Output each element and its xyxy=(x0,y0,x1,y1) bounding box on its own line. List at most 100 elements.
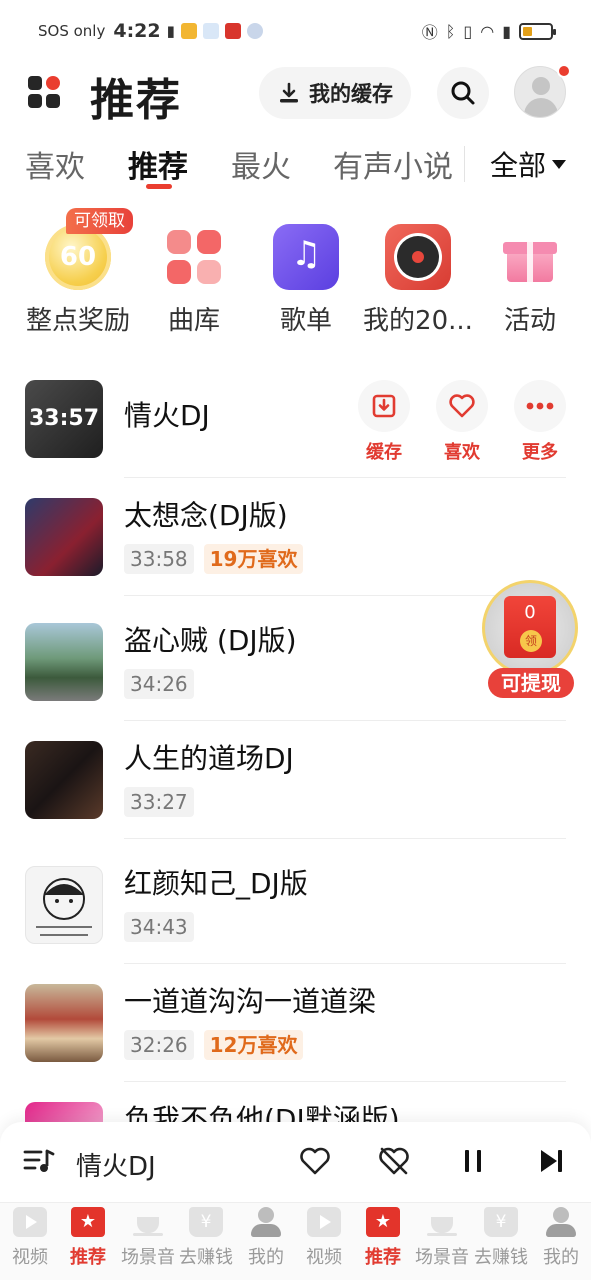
nav-earn[interactable]: 去赚钱 xyxy=(471,1207,531,1269)
song-row[interactable]: 人生的道场DJ 33:27 xyxy=(0,721,591,839)
cashout-envelope-widget[interactable]: 0 领 可提现 xyxy=(480,580,580,700)
divider xyxy=(464,146,465,182)
song-row[interactable]: 红颜知己_DJ版 34:43 xyxy=(0,846,591,964)
nav-video[interactable]: 视频 xyxy=(294,1207,354,1269)
song-title: 情火DJ xyxy=(124,399,210,432)
song-duration: 32:26 xyxy=(124,1030,194,1060)
song-title: 太想念(DJ版) xyxy=(124,499,288,532)
now-playing-title: 情火DJ xyxy=(76,1152,156,1182)
cashout-label: 可提现 xyxy=(488,668,574,698)
wifi-icon: ◠ xyxy=(480,21,495,41)
mini-player[interactable]: 情火DJ xyxy=(0,1122,591,1202)
quick-entry-my-year[interactable]: 我的20... xyxy=(363,224,473,337)
app-logo-icon[interactable] xyxy=(28,76,62,110)
song-title: 红颜知己_DJ版 xyxy=(124,867,308,900)
quick-entry-label: 我的20... xyxy=(363,306,473,336)
dislike-icon[interactable] xyxy=(377,1144,411,1178)
like-button[interactable]: 喜欢 xyxy=(436,380,488,464)
gift-icon xyxy=(497,224,563,290)
song-title: 盗心贼 (DJ版) xyxy=(124,624,297,657)
notification-app-icon xyxy=(224,23,241,39)
pause-icon[interactable] xyxy=(456,1144,490,1178)
more-icon xyxy=(526,402,554,410)
nav-recommend[interactable]: 推荐 xyxy=(353,1207,413,1269)
caret-down-icon xyxy=(552,159,567,169)
song-cover: 33:57 xyxy=(25,380,103,458)
profile-icon xyxy=(544,1207,578,1237)
song-cover xyxy=(25,984,103,1062)
quick-entry-activity[interactable]: 活动 xyxy=(475,224,585,337)
nav-scene-sound[interactable]: 场景音 xyxy=(412,1207,472,1269)
claim-badge: 可领取 xyxy=(66,208,133,234)
tab-hottest[interactable]: 最火 xyxy=(231,142,291,186)
bottom-nav: 视频 推荐 场景音 去赚钱 我的 视频 推荐 场景音 去赚钱 我的 xyxy=(0,1202,591,1280)
nav-recommend[interactable]: 推荐 xyxy=(58,1207,118,1269)
nav-label: 去赚钱 xyxy=(474,1247,528,1268)
song-cover xyxy=(25,498,103,576)
cover-duration: 33:57 xyxy=(28,406,100,431)
nav-scene-sound[interactable]: 场景音 xyxy=(118,1207,178,1269)
tab-audiobooks[interactable]: 有声小说 xyxy=(333,142,453,186)
heart-icon xyxy=(449,394,475,418)
notification-app-icon xyxy=(202,23,219,39)
song-actions: 缓存 喜欢 更多 xyxy=(358,380,566,464)
my-cache-label: 我的缓存 xyxy=(309,82,393,106)
quick-entries: 60 整点奖励 可领取 曲库 歌单 我的20... 活动 xyxy=(0,206,591,336)
envelope-amount: 0 xyxy=(524,602,536,623)
quick-entry-label: 整点奖励 xyxy=(25,306,130,336)
playlist-queue-icon[interactable] xyxy=(22,1144,56,1178)
song-duration: 33:58 xyxy=(124,544,194,574)
all-categories-dropdown[interactable]: 全部 xyxy=(490,144,567,184)
alert-icon: ▮ xyxy=(502,21,511,41)
song-title: 一道道沟沟一道道梁 xyxy=(124,985,377,1018)
playlist-icon xyxy=(273,224,339,290)
song-likes: 19万喜欢 xyxy=(203,544,304,574)
my-cache-button[interactable]: 我的缓存 xyxy=(259,67,411,119)
cup-icon xyxy=(131,1207,165,1237)
red-envelope-icon: 0 领 xyxy=(504,596,556,658)
library-icon xyxy=(161,224,227,290)
quick-entry-library[interactable]: 曲库 xyxy=(139,224,249,337)
search-button[interactable] xyxy=(437,67,489,119)
quick-entry-hourly-reward[interactable]: 60 整点奖励 xyxy=(23,224,133,337)
next-track-icon[interactable] xyxy=(534,1144,568,1178)
video-icon xyxy=(307,1207,341,1237)
header: 推荐 我的缓存 xyxy=(0,62,591,126)
heart-icon[interactable] xyxy=(298,1144,332,1178)
battery-icon xyxy=(519,22,556,40)
song-duration: 33:27 xyxy=(124,787,194,817)
song-row[interactable]: 一道道沟沟一道道梁 32:26 12万喜欢 xyxy=(0,964,591,1082)
nav-profile[interactable]: 我的 xyxy=(236,1207,296,1269)
money-icon xyxy=(189,1207,223,1237)
notification-app-icon xyxy=(180,23,197,39)
nav-label: 我的 xyxy=(248,1247,284,1268)
money-icon xyxy=(484,1207,518,1237)
nav-profile[interactable]: 我的 xyxy=(531,1207,591,1269)
quick-entry-playlist[interactable]: 歌单 xyxy=(251,224,361,337)
download-icon xyxy=(280,82,298,103)
cartoon-cover-image xyxy=(36,878,92,936)
search-icon xyxy=(451,81,475,105)
song-duration: 34:43 xyxy=(124,912,194,942)
cache-label: 缓存 xyxy=(366,442,402,463)
song-row[interactable]: 33:57 情火DJ 缓存 喜欢 更多 xyxy=(0,360,591,478)
tab-recommend[interactable]: 推荐 xyxy=(128,142,188,186)
nav-label: 场景音 xyxy=(121,1247,175,1268)
cache-button[interactable]: 缓存 xyxy=(358,380,410,464)
carrier-text: SOS only xyxy=(38,22,106,40)
coin-value: 60 xyxy=(59,242,97,272)
quick-entry-label: 曲库 xyxy=(167,306,220,336)
cup-icon xyxy=(425,1207,459,1237)
song-row[interactable]: 太想念(DJ版) 33:58 19万喜欢 xyxy=(0,478,591,596)
nav-earn[interactable]: 去赚钱 xyxy=(176,1207,236,1269)
nav-label: 场景音 xyxy=(415,1247,469,1268)
tab-favorites[interactable]: 喜欢 xyxy=(25,142,85,186)
active-tab-indicator xyxy=(146,184,172,189)
song-title: 人生的道场DJ xyxy=(124,742,294,775)
more-button[interactable]: 更多 xyxy=(514,380,566,464)
nav-video[interactable]: 视频 xyxy=(0,1207,60,1269)
song-cover xyxy=(25,741,103,819)
vibrate-icon: ▯ xyxy=(463,21,473,41)
nav-label: 推荐 xyxy=(365,1247,401,1268)
more-label: 更多 xyxy=(522,442,558,463)
